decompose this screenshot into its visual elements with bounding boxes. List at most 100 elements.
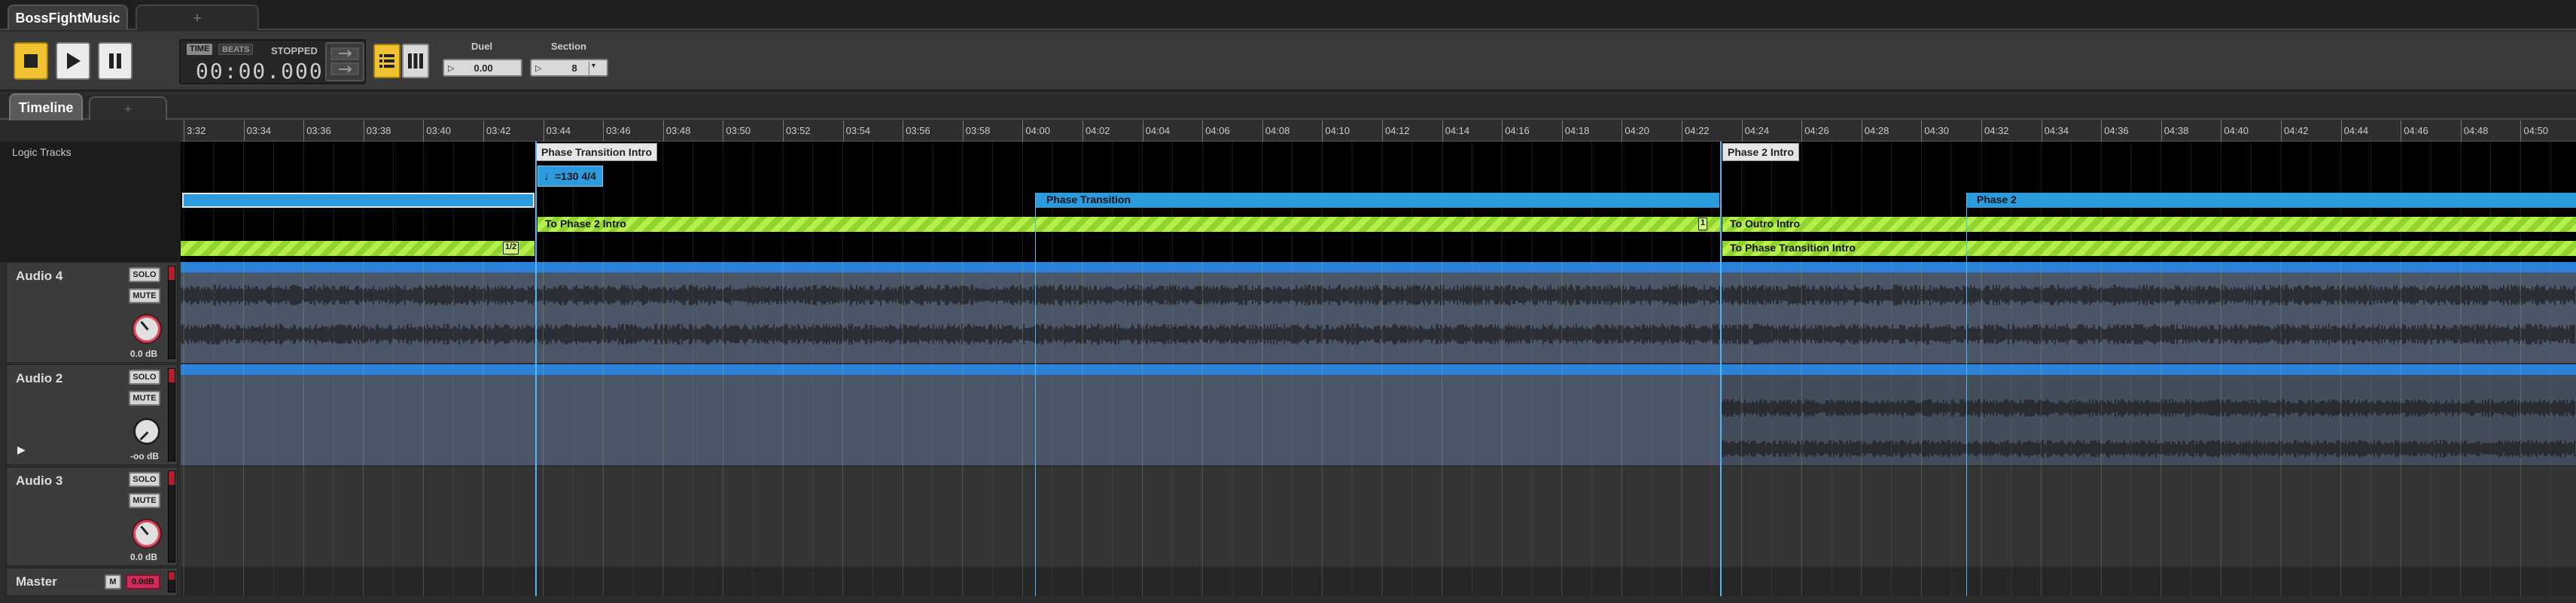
region-green-0[interactable]: 1/2 (181, 241, 534, 256)
ruler-tick-label: 03:42 (486, 125, 511, 136)
track-name: Master (16, 574, 57, 589)
tab-timeline[interactable]: Timeline (9, 93, 83, 120)
pause-button[interactable] (98, 42, 132, 80)
region-blue-0[interactable] (182, 193, 534, 208)
region-phase-transition[interactable]: Phase Transition (1036, 193, 1719, 208)
stepper-down-icon[interactable]: ▾ (592, 62, 595, 70)
ruler-tick (2520, 120, 2522, 142)
grid-view-button[interactable] (402, 44, 429, 78)
add-document-tab[interactable]: + (135, 5, 259, 30)
region-to-phase-2-intro[interactable]: To Phase 2 Intro 1 (537, 217, 1721, 232)
expand-arrow-icon[interactable]: ▶ (17, 443, 26, 456)
ruler-tick (1921, 120, 1923, 142)
ruler-tick-label: 04:22 (1685, 125, 1710, 136)
stop-button[interactable] (14, 42, 48, 80)
ruler-tick-label: 04:34 (2044, 125, 2069, 136)
track-header-audio-4[interactable]: Audio 4 SOLO MUTE 0.0 dB (6, 262, 178, 363)
ruler-tick-label: 04:20 (1624, 125, 1649, 136)
section-field[interactable]: ▷ 8 ▾ (530, 59, 608, 77)
list-icon (379, 54, 394, 68)
volume-knob[interactable] (133, 418, 160, 445)
region-to-outro-intro[interactable]: To Outro Intro (1722, 217, 2576, 232)
ruler-tick-label: 03:36 (306, 125, 331, 136)
ruler-tick-label: 04:00 (1025, 125, 1050, 136)
ruler-tick-label: 04:28 (1864, 125, 1889, 136)
plus-icon: + (193, 10, 202, 26)
locator-line[interactable] (1720, 142, 1722, 596)
track-name: Audio 3 (16, 474, 63, 488)
ruler-tick-label: 03:50 (726, 125, 751, 136)
mute-button[interactable]: MUTE (129, 391, 160, 406)
plus-icon: + (123, 101, 132, 117)
master-level-display[interactable]: 0.0dB (126, 574, 160, 589)
time-value: 00:00.000 (196, 59, 324, 84)
ruler-tick (2160, 120, 2162, 142)
track-name: Audio 2 (16, 371, 63, 385)
time-mode-toggle[interactable]: TIME (187, 44, 213, 55)
timeline-ruler[interactable]: 3:32 03:34 03:36 03:38 03:40 03:42 03:44 03:46 0… (181, 120, 2576, 142)
level-meter (168, 266, 175, 359)
track-header-master[interactable]: Master M 0.0dB (6, 568, 178, 596)
ruler-tick-label: 03:54 (845, 125, 871, 136)
level-meter (168, 471, 175, 562)
columns-icon (408, 53, 423, 69)
ruler-tick-label: 03:46 (606, 125, 631, 136)
volume-value: 0.0 dB (130, 349, 158, 359)
tab-bossfightmusic[interactable]: BossFightMusic (8, 5, 128, 30)
track-header-audio-2[interactable]: Audio 2 SOLO MUTE -oo dB ▶ (6, 364, 178, 465)
play-button[interactable] (56, 42, 90, 80)
region-to-phase-transition-intro[interactable]: To Phase Transition Intro (1722, 241, 2576, 256)
marker-phase-transition-intro[interactable]: Phase Transition Intro (536, 143, 658, 161)
ruler-tick (1561, 120, 1563, 142)
track-grid (183, 262, 2551, 596)
ruler-tick-label: 04:26 (1804, 125, 1829, 136)
knob-needle (140, 525, 149, 535)
region-phase-2[interactable]: Phase 2 (1966, 193, 2576, 208)
list-view-button[interactable] (373, 44, 400, 78)
add-view-tab[interactable]: + (89, 96, 167, 120)
ruler-tick (1022, 120, 1024, 142)
beats-mode-toggle[interactable]: BEATS (218, 44, 254, 55)
duel-field[interactable]: ▷ 0.00 (443, 59, 522, 77)
mute-button[interactable]: MUTE (129, 493, 160, 508)
pause-icon (109, 53, 121, 69)
ruler-tick-label: 03:58 (965, 125, 991, 136)
loop-count-badge: 1 (1698, 218, 1708, 230)
ruler-tick-label: 04:30 (1924, 125, 1949, 136)
volume-knob[interactable] (133, 520, 160, 547)
ruler-tick (1202, 120, 1204, 142)
duel-value: 0.00 (473, 62, 493, 74)
locator-line[interactable] (535, 142, 537, 596)
locator-line (1035, 193, 1036, 596)
solo-button[interactable]: SOLO (129, 267, 160, 282)
ruler-tick (423, 120, 425, 142)
ruler-tick (243, 120, 245, 142)
track-header-audio-3[interactable]: Audio 3 SOLO MUTE 0.0 dB (6, 467, 178, 566)
ruler-tick-label: 04:38 (2163, 125, 2189, 136)
volume-knob[interactable] (133, 315, 160, 343)
master-mute-button[interactable]: M (105, 574, 121, 589)
loop-icon (330, 47, 359, 75)
stop-icon (24, 54, 38, 68)
ruler-tick (1502, 120, 1503, 142)
ruler-tick (2340, 120, 2342, 142)
tab-label: Timeline (18, 99, 74, 115)
logic-tracks-header (0, 142, 181, 262)
marker-phase-2-intro[interactable]: Phase 2 Intro (1722, 143, 1799, 161)
track-name: Audio 4 (16, 269, 63, 283)
ruler-tick-label: 04:44 (2343, 125, 2369, 136)
ruler-tick (1741, 120, 1743, 142)
ruler-tick (2281, 120, 2282, 142)
ruler-tick-label: 04:50 (2523, 125, 2548, 136)
volume-value: 0.0 dB (130, 552, 158, 562)
tempo-signature[interactable]: ♩=130 4/4 (537, 166, 603, 187)
solo-button[interactable]: SOLO (129, 370, 160, 385)
section-label: Section (551, 41, 586, 52)
loop-controls[interactable] (325, 42, 364, 81)
view-tab-bar (0, 94, 2576, 120)
solo-button[interactable]: SOLO (129, 472, 160, 487)
mute-button[interactable]: MUTE (129, 288, 160, 303)
loop-count-badge: 1/2 (503, 242, 519, 254)
ruler-tick-label: 04:10 (1325, 125, 1350, 136)
play-icon (67, 53, 81, 69)
